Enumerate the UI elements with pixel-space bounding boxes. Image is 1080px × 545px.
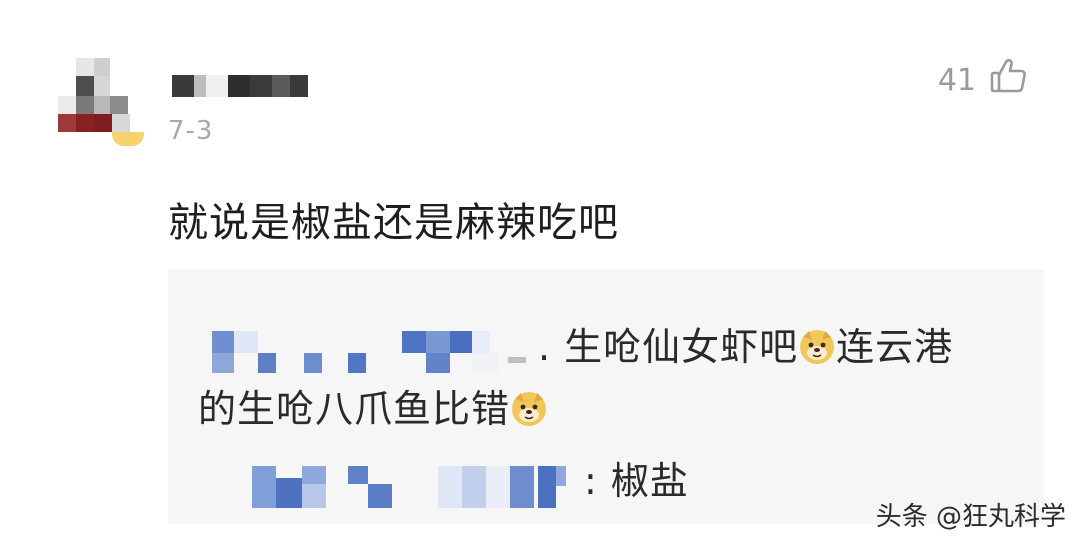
like-count: 41 [937,62,976,98]
reply-item[interactable]: . 生呛仙女虾吧 连云港 [208,316,953,373]
username-obscured[interactable] [172,75,312,97]
user-avatar[interactable] [54,56,150,152]
reply-thread[interactable]: . 生呛仙女虾吧 连云港 的生呛八爪鱼比错: 椒盐 [168,270,1044,524]
reply-text-continued: 的生呛八爪鱼比错 [198,378,548,433]
comment-text: 就说是椒盐还是麻辣吃吧 [168,200,619,246]
doge-emoji-icon [798,328,836,366]
thumbs-up-icon [988,56,1028,104]
reply-username-obscured[interactable] [208,327,538,373]
reply-text: . 生呛仙女虾吧 [538,325,799,369]
reply-text: 连云港 [836,325,954,369]
reply-text: 的生呛八爪鱼比错 [198,387,511,431]
reply-text: : 椒盐 [584,459,689,503]
reply-username-obscured[interactable] [248,460,584,508]
source-watermark: 头条 @狂丸科学 [875,502,1066,532]
reply-item[interactable]: : 椒盐 [248,450,689,508]
doge-emoji-icon [510,390,548,428]
like-button[interactable]: 41 [938,58,1028,102]
comment-date: 7-3 [168,116,214,146]
